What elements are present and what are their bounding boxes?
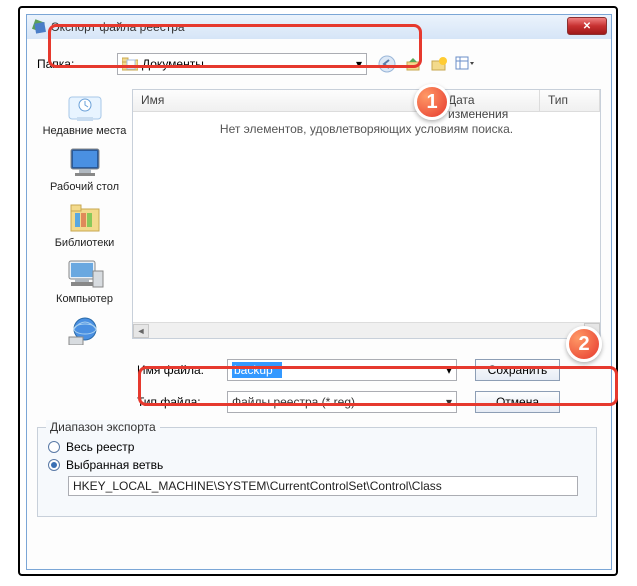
place-network[interactable] xyxy=(42,313,127,349)
export-range-group: Диапазон экспорта Весь реестр Выбранная … xyxy=(37,427,597,517)
column-headers[interactable]: Имя Дата изменения Тип xyxy=(133,90,600,112)
save-button[interactable]: Сохранить xyxy=(475,359,560,381)
chevron-down-icon: ▾ xyxy=(446,363,452,377)
branch-path-input[interactable]: HKEY_LOCAL_MACHINE\SYSTEM\CurrentControl… xyxy=(68,476,578,496)
dialog-window: Экспорт файла реестра ✕ Папка: Документы… xyxy=(26,14,612,570)
cancel-button[interactable]: Отмена xyxy=(475,391,560,413)
radio-branch-label: Выбранная ветвь xyxy=(66,458,163,472)
folder-value: Документы xyxy=(142,57,204,71)
place-libraries[interactable]: Библиотеки xyxy=(42,201,127,249)
chevron-down-icon: ▾ xyxy=(446,395,452,409)
titlebar: Экспорт файла реестра ✕ xyxy=(27,15,611,39)
up-icon[interactable] xyxy=(403,54,423,74)
col-name[interactable]: Имя xyxy=(133,90,440,111)
col-date[interactable]: Дата изменения xyxy=(440,90,540,111)
recent-icon xyxy=(65,89,105,125)
annotation-badge-1: 1 xyxy=(414,84,450,120)
horizontal-scrollbar[interactable]: ◄ ► xyxy=(133,322,600,338)
window-title: Экспорт файла реестра xyxy=(51,20,185,34)
empty-message: Нет элементов, удовлетворяющих условиям … xyxy=(133,122,600,136)
network-icon xyxy=(65,313,105,349)
libraries-icon xyxy=(65,201,105,237)
filetype-combobox[interactable]: Файлы реестра (*.reg) ▾ xyxy=(227,391,457,413)
folder-label: Папка: xyxy=(37,57,117,71)
filename-combobox[interactable]: ▾ xyxy=(227,359,457,381)
place-desktop[interactable]: Рабочий стол xyxy=(42,145,127,193)
new-folder-icon[interactable] xyxy=(429,54,449,74)
close-button[interactable]: ✕ xyxy=(567,17,607,35)
view-menu-icon[interactable] xyxy=(455,54,475,74)
annotation-badge-2: 2 xyxy=(566,326,602,362)
scroll-left-icon[interactable]: ◄ xyxy=(133,324,149,338)
export-range-legend: Диапазон экспорта xyxy=(46,420,160,434)
place-computer[interactable]: Компьютер xyxy=(42,257,127,305)
filename-label: Имя файла: xyxy=(137,363,227,377)
app-icon xyxy=(31,19,47,35)
radio-selected-branch[interactable] xyxy=(48,459,60,471)
places-bar: Недавние места Рабочий стол Библиотеки К… xyxy=(37,89,132,349)
desktop-icon xyxy=(65,145,105,181)
place-recent[interactable]: Недавние места xyxy=(42,89,127,137)
computer-icon xyxy=(65,257,105,293)
folder-combobox[interactable]: Документы ▾ xyxy=(117,53,367,75)
radio-all-registry[interactable] xyxy=(48,441,60,453)
documents-icon xyxy=(122,57,138,71)
filename-input[interactable] xyxy=(232,362,282,378)
chevron-down-icon: ▾ xyxy=(356,57,362,71)
filetype-label: Тип файла: xyxy=(137,395,227,409)
file-list[interactable]: Имя Дата изменения Тип Нет элементов, уд… xyxy=(132,89,601,339)
filetype-value: Файлы реестра (*.reg) xyxy=(232,395,355,409)
back-icon[interactable] xyxy=(377,54,397,74)
radio-all-label: Весь реестр xyxy=(66,440,134,454)
col-type[interactable]: Тип xyxy=(540,90,600,111)
